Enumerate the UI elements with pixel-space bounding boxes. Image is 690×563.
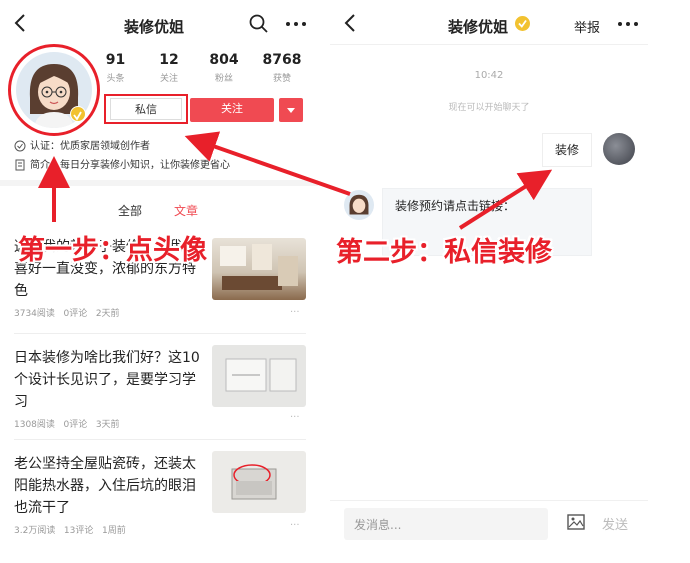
arrow-to-sent-message <box>458 169 553 230</box>
step1-annotation: 第一步：点头像 <box>18 235 207 266</box>
arrow-to-message-button <box>184 131 351 196</box>
annotation-arrows <box>38 131 553 230</box>
step2-annotation: 第二步：私信装修 <box>336 237 552 268</box>
